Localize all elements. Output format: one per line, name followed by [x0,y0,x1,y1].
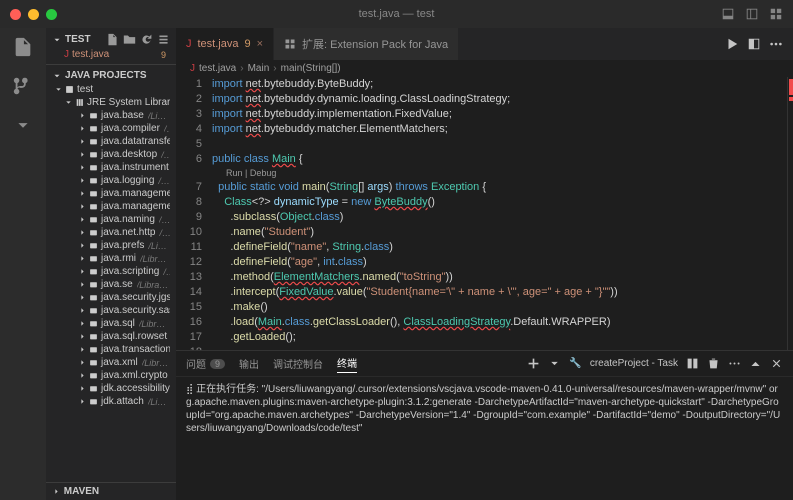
split-editor-icon[interactable] [747,37,761,51]
activity-bar [0,28,46,500]
chevron-down-icon [64,98,73,107]
explorer-header[interactable]: TEST [52,31,170,48]
minimize-window-button[interactable] [28,9,39,20]
package-item[interactable]: java.base/Library/Java/JavaV... [52,109,170,122]
package-item[interactable]: java.xml/Library/Java/JavaV... [52,356,170,369]
plus-icon[interactable] [527,357,540,370]
panel-tab-debug[interactable]: 调试控制台 [273,356,323,371]
package-item[interactable]: java.logging/Library/Java/JavaV... [52,174,170,187]
package-item[interactable]: jdk.accessibility/Library/Java/JavaV... [52,382,170,395]
java-projects-header[interactable]: JAVA PROJECTS [52,68,170,83]
package-item[interactable]: java.instrument/Library/Java/JavaV... [52,161,170,174]
breadcrumb-item[interactable]: main(String[]) [281,63,341,74]
file-label: test.java [72,49,109,60]
close-window-button[interactable] [10,9,21,20]
customize-layout-icon[interactable] [769,7,783,21]
chevron-right-icon [52,487,61,496]
sidebar: TEST J test.java 9 JAVA PROJECTS [46,28,176,500]
breadcrumb-item[interactable]: test.java [199,63,236,74]
package-item[interactable]: java.net.http/Library/Java/JavaV... [52,226,170,239]
chevron-down-icon [52,71,62,81]
project-root-label: test [77,84,93,95]
refresh-icon[interactable] [140,33,153,46]
package-item[interactable]: java.transaction.xa/Library/Java/JavaV..… [52,343,170,356]
file-item-test-java[interactable]: J test.java 9 [52,48,170,61]
branch-icon[interactable] [12,75,34,100]
package-item[interactable]: java.security.sasl/Library/Java/JavaV... [52,304,170,317]
close-panel-icon[interactable] [770,357,783,370]
code-editor[interactable]: 123456 789101112131415161718192021222324… [176,77,793,350]
toggle-sidebar-icon[interactable] [745,7,759,21]
package-item[interactable]: java.sql/Library/Java/JavaV... [52,317,170,330]
maven-label: MAVEN [64,486,99,497]
maven-header[interactable]: MAVEN [46,482,176,500]
extension-icon [284,38,296,50]
breadcrumb-item[interactable]: Main [248,63,270,74]
library-icon [75,98,84,107]
package-item[interactable]: java.management.rmi/Library/Java/JavaV..… [52,200,170,213]
project-root[interactable]: test [52,83,170,96]
chevron-down-icon[interactable] [12,114,34,139]
terminal-text: ⣾ 正在执行任务: "/Users/liuwangyang/.cursor/ex… [186,384,780,434]
more-icon[interactable] [769,37,783,51]
package-item[interactable]: java.management/Library/Java/JavaV... [52,187,170,200]
tab-modified-count: 9 [244,38,250,50]
new-folder-icon[interactable] [123,33,136,46]
panel-tab-output[interactable]: 输出 [239,356,259,371]
problems-count-badge: 9 [210,359,225,369]
chevron-down-icon [54,85,63,94]
panel-tab-problems[interactable]: 问题 9 [186,356,225,371]
package-item[interactable]: java.xml.crypto/Library/Java/JavaV... [52,369,170,382]
package-item[interactable]: java.sql.rowset/Library/Java/JavaV... [52,330,170,343]
titlebar: test.java — test [0,0,793,28]
panel-tab-label: 问题 [186,356,206,371]
maximize-panel-icon[interactable] [749,357,762,370]
new-file-icon[interactable] [106,33,119,46]
panel-tab-label: 输出 [239,356,259,371]
tab-extension-pack[interactable]: 扩展: Extension Pack for Java [274,28,459,60]
panel-tab-label: 调试控制台 [273,356,323,371]
minimap[interactable] [787,77,793,350]
package-item[interactable]: java.desktop/Library/Java/JavaV... [52,148,170,161]
editor-area: J test.java 9 × 扩展: Extension Pack for J… [176,28,793,500]
breadcrumbs[interactable]: J test.java › Main › main(String[]) [176,60,793,77]
package-item[interactable]: jdk.attach/Library/Java/JavaV... [52,395,170,408]
panel-tab-terminal[interactable]: 终端 [337,355,357,373]
collapse-icon[interactable] [157,33,170,46]
jre-label: JRE System Library [Java S... [87,97,170,108]
jre-library[interactable]: JRE System Library [Java S... [52,96,170,109]
package-item[interactable]: java.rmi/Library/Java/JavaV... [52,252,170,265]
split-terminal-icon[interactable] [686,357,699,370]
tab-label: test.java [198,38,239,50]
terminal-task-label[interactable]: createProject - Task [590,358,678,369]
explorer-header-label: TEST [65,34,91,45]
package-item[interactable]: java.compiler/Library/Java/JavaV... [52,122,170,135]
package-item[interactable]: java.se/Library/Java/JavaV... [52,278,170,291]
close-tab-icon[interactable]: × [257,38,263,50]
package-item[interactable]: java.scripting/Library/Java/JavaV... [52,265,170,278]
java-projects-label: JAVA PROJECTS [65,70,147,81]
package-item[interactable]: java.naming/Library/Java/JavaV... [52,213,170,226]
run-icon[interactable] [725,37,739,51]
maximize-window-button[interactable] [46,9,57,20]
window-title: test.java — test [359,8,435,20]
trash-icon[interactable] [707,357,720,370]
bottom-panel: 问题 9 输出 调试控制台 终端 🔧 createProject - Task [176,350,793,500]
tabbar: J test.java 9 × 扩展: Extension Pack for J… [176,28,793,60]
file-icon[interactable] [12,36,34,61]
panel-tab-label: 终端 [337,355,357,370]
file-modified-badge: 9 [161,50,166,60]
chevron-down-icon[interactable] [548,357,561,370]
package-item[interactable]: java.datatransfer/Library/Java/JavaV... [52,135,170,148]
package-item[interactable]: java.prefs/Library/Java/JavaV... [52,239,170,252]
toggle-panel-icon[interactable] [721,7,735,21]
tab-test-java[interactable]: J test.java 9 × [176,28,274,60]
chevron-down-icon [52,35,62,45]
project-icon [65,85,74,94]
traffic-lights [10,9,57,20]
terminal-output[interactable]: ⣾ 正在执行任务: "/Users/liuwangyang/.cursor/ex… [176,377,793,500]
more-icon[interactable] [728,357,741,370]
package-item[interactable]: java.security.jgss/Library/Java/JavaV... [52,291,170,304]
tab-label: 扩展: Extension Pack for Java [302,36,448,52]
